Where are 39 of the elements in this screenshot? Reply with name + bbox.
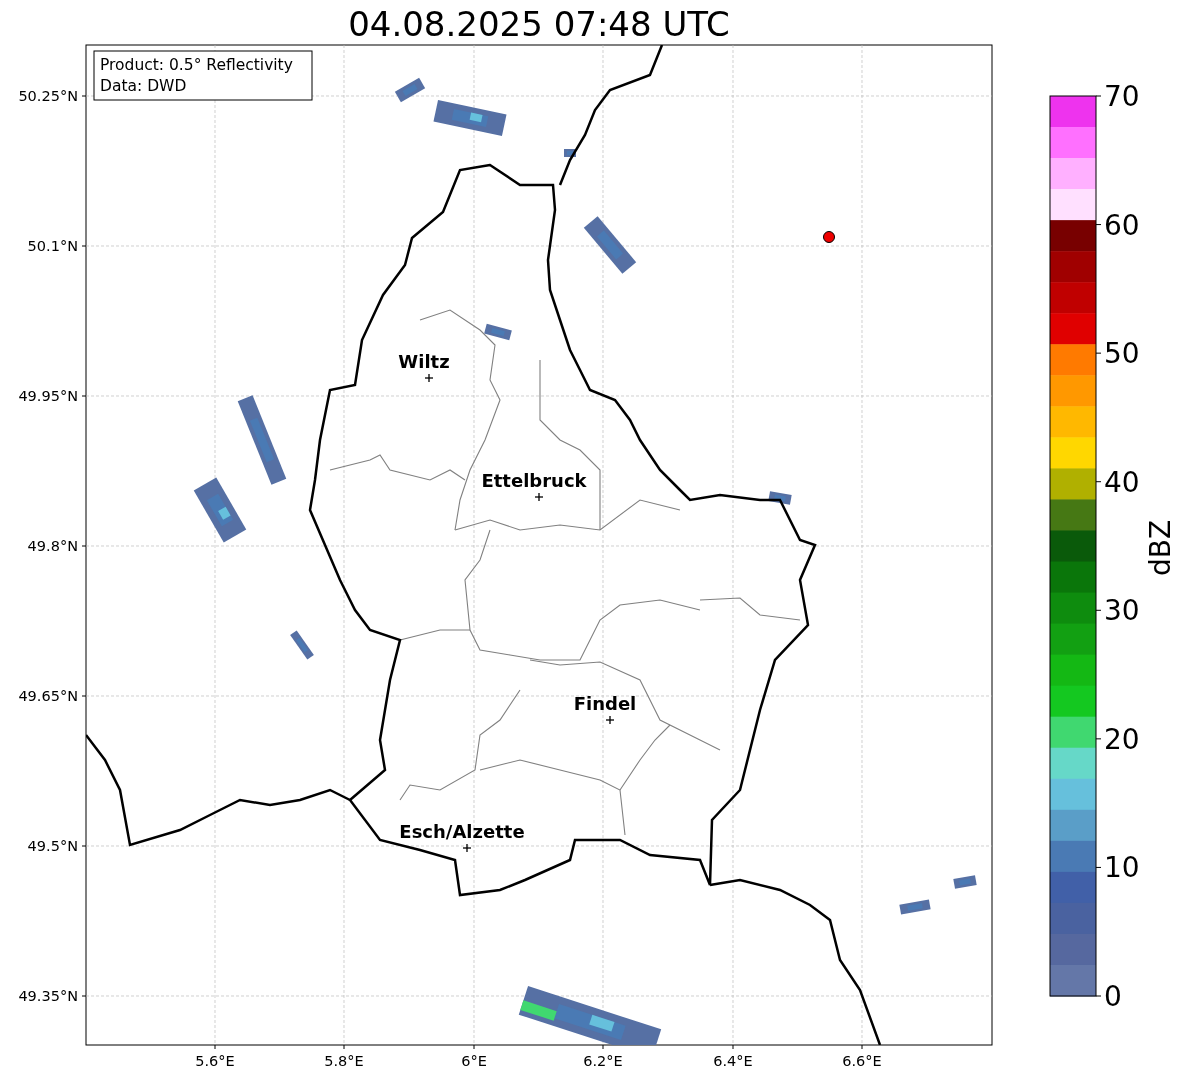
latitude-label: 49.95°N bbox=[18, 388, 78, 404]
colorbar-tick-label: 20 bbox=[1104, 722, 1140, 756]
longitude-label: 6.2°E bbox=[583, 1053, 623, 1069]
longitude-label: 6.4°E bbox=[713, 1053, 753, 1069]
radar-site-marker bbox=[823, 231, 835, 243]
colorbar-tick-label: 60 bbox=[1104, 208, 1140, 242]
latitude-label: 49.65°N bbox=[18, 688, 78, 704]
info-text: Data: DWD bbox=[100, 77, 187, 95]
radar-echo bbox=[899, 899, 931, 915]
info-text: Product: 0.5° Reflectivity bbox=[100, 56, 293, 74]
city-marker-icon bbox=[605, 715, 615, 725]
colorbar-tick-label: 0 bbox=[1104, 980, 1122, 1013]
latitude-label: 49.5°N bbox=[27, 838, 78, 854]
latitude-label: 49.8°N bbox=[27, 538, 78, 554]
longitude-label: 5.6°E bbox=[195, 1053, 235, 1069]
city-marker-icon bbox=[534, 492, 544, 502]
latitude-label: 50.1°N bbox=[27, 238, 78, 254]
city-label: Findel bbox=[573, 693, 637, 714]
longitude-label: 6°E bbox=[461, 1053, 487, 1069]
longitude-label: 6.6°E bbox=[842, 1053, 882, 1069]
radar-echo bbox=[484, 323, 512, 341]
colorbar-tick-label: 40 bbox=[1104, 465, 1140, 499]
city-label: Wiltz bbox=[398, 351, 450, 372]
map-title: 04.08.2025 07:48 UTC bbox=[348, 4, 730, 44]
colorbar-tick-label: 10 bbox=[1104, 851, 1140, 885]
colorbar-label: dBZ bbox=[1144, 519, 1177, 577]
radar-echo bbox=[953, 875, 977, 889]
colorbar-tick-label: 50 bbox=[1104, 337, 1140, 371]
radar-echo bbox=[768, 491, 792, 505]
radar-echo bbox=[564, 149, 576, 157]
colorbar-tick-label: 30 bbox=[1104, 594, 1140, 628]
city-marker-icon bbox=[424, 373, 434, 383]
city-label: Esch/Alzette bbox=[399, 821, 525, 842]
longitude-label: 5.8°E bbox=[324, 1053, 364, 1069]
city-label: Ettelbruck bbox=[481, 470, 587, 491]
city-marker-icon bbox=[462, 843, 472, 853]
colorbar-tick-label: 70 bbox=[1104, 80, 1140, 113]
latitude-label: 49.35°N bbox=[18, 988, 78, 1004]
latitude-label: 50.25°N bbox=[18, 88, 78, 104]
